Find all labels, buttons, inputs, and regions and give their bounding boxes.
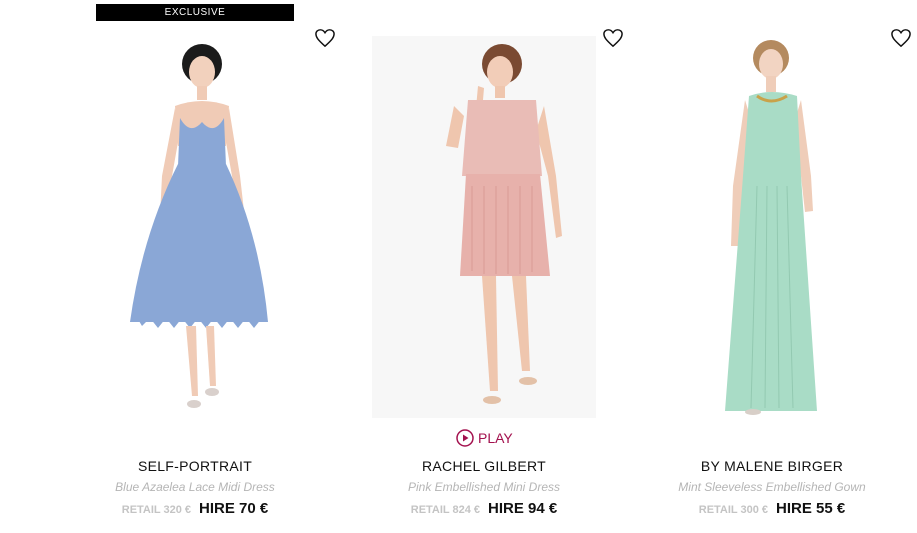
play-label: PLAY [478, 430, 513, 446]
product-brand[interactable]: RACHEL GILBERT [339, 458, 629, 474]
exclusive-badge: EXCLUSIVE [96, 4, 294, 21]
product-name[interactable]: Blue Azaelea Lace Midi Dress [50, 480, 340, 494]
product-image[interactable] [717, 36, 837, 418]
product-card-rachel-gilbert[interactable]: PLAY RACHEL GILBERT Pink Embellished Min… [339, 0, 629, 533]
heart-icon[interactable] [602, 28, 624, 48]
product-image[interactable] [120, 36, 270, 418]
retail-price: RETAIL 824 € [410, 504, 481, 516]
product-name[interactable]: Pink Embellished Mini Dress [339, 480, 629, 494]
retail-price: RETAIL 320 € [121, 504, 192, 516]
product-card-by-malene-birger[interactable]: BY MALENE BIRGER Mint Sleeveless Embelli… [627, 0, 917, 533]
retail-price: RETAIL 300 € [698, 504, 769, 516]
hire-price: HIRE 70 € [199, 500, 269, 517]
product-price: RETAIL 300 € HIRE 55 € [627, 500, 917, 518]
product-price: RETAIL 320 € HIRE 70 € [50, 500, 340, 518]
heart-icon[interactable] [890, 28, 912, 48]
heart-icon[interactable] [314, 28, 336, 48]
hire-price: HIRE 94 € [488, 500, 558, 517]
hire-price: HIRE 55 € [776, 500, 846, 517]
product-price: RETAIL 824 € HIRE 94 € [339, 500, 629, 518]
product-brand[interactable]: SELF-PORTRAIT [50, 458, 340, 474]
product-brand[interactable]: BY MALENE BIRGER [627, 458, 917, 474]
play-video-button[interactable]: PLAY [456, 429, 513, 447]
product-image[interactable] [372, 36, 596, 418]
play-icon [456, 429, 474, 447]
product-card-self-portrait[interactable]: EXCLUSIVE SELF-PORTRAIT Blue Azaelea Lac… [50, 0, 340, 533]
product-name[interactable]: Mint Sleeveless Embellished Gown [627, 480, 917, 494]
